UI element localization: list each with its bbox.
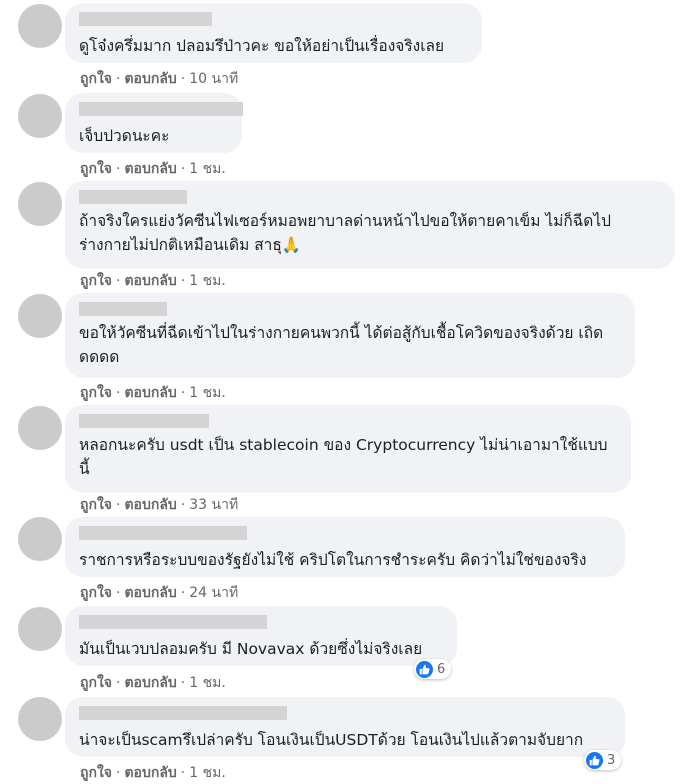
separator-dot: · <box>116 273 121 289</box>
separator-dot: · <box>116 71 121 87</box>
comment-timestamp[interactable]: 1 ชม. <box>189 675 226 691</box>
thumbs-up-icon <box>416 660 433 678</box>
comment-actions: ถูกใจ · ตอบกลับ · 10 นาที <box>80 68 238 90</box>
comment-text: ถ้าจริงใครแย่งวัคซีนไฟเซอร์หมอพยาบาลด่าน… <box>79 212 611 254</box>
comment-text: ขอให้วัคซีนที่ฉีดเข้าไปในร่างกายคนพวกนี้… <box>79 324 604 366</box>
separator-dot: · <box>116 765 121 781</box>
reaction-count[interactable]: 6 <box>414 659 452 679</box>
comment-text: ดูโจ๋งครึ่มมาก ปลอมรึป่าวคะ ขอให้อย่าเป็… <box>79 37 445 55</box>
comment-bubble: ขอให้วัคซีนที่ฉีดเข้าไปในร่างกายคนพวกนี้… <box>65 293 635 378</box>
like-button[interactable]: ถูกใจ <box>80 675 112 691</box>
avatar[interactable] <box>18 4 62 48</box>
separator-dot: · <box>180 497 186 513</box>
comment-bubble: มันเป็นเวบปลอมครับ มี Novavax ด้วยซึ่งไม… <box>65 606 457 666</box>
comment-text: มันเป็นเวบปลอมครับ มี Novavax ด้วยซึ่งไม… <box>79 640 423 658</box>
redacted-author-name[interactable] <box>79 526 247 540</box>
comment-bubble: หลอกนะครับ usdt เป็น stablecoin ของ Cryp… <box>65 405 631 493</box>
avatar[interactable] <box>18 182 62 226</box>
redacted-author-name[interactable] <box>79 706 287 720</box>
comment-actions: ถูกใจ · ตอบกลับ · 1 ชม. <box>80 672 226 694</box>
comment-bubble: เจ็บปวดนะคะ <box>65 93 243 153</box>
separator-dot: · <box>116 385 121 401</box>
separator-dot: · <box>116 161 121 177</box>
comment-timestamp[interactable]: 1 ชม. <box>189 765 226 781</box>
reaction-count[interactable]: 3 <box>584 750 622 770</box>
comment-actions: ถูกใจ · ตอบกลับ · 1 ชม. <box>80 158 226 180</box>
comment-text: เจ็บปวดนะคะ <box>79 127 170 145</box>
separator-dot: · <box>180 585 186 601</box>
comment-actions: ถูกใจ · ตอบกลับ · 24 นาที <box>80 582 238 604</box>
comment-text: หลอกนะครับ usdt เป็น stablecoin ของ Cryp… <box>79 436 608 478</box>
reply-button[interactable]: ตอบกลับ <box>124 765 176 781</box>
like-button[interactable]: ถูกใจ <box>80 497 112 513</box>
comment-timestamp[interactable]: 33 นาที <box>189 497 238 513</box>
comment-bubble: ถ้าจริงใครแย่งวัคซีนไฟเซอร์หมอพยาบาลด่าน… <box>65 181 675 269</box>
thumbs-up-icon <box>586 751 603 769</box>
avatar[interactable] <box>18 94 62 138</box>
redacted-author-name[interactable] <box>79 615 267 629</box>
comment-timestamp[interactable]: 1 ชม. <box>189 273 226 289</box>
comment-text: ราชการหรือระบบของรัฐยังไม่ใช้ คริปโตในกา… <box>79 551 587 569</box>
like-button[interactable]: ถูกใจ <box>80 765 112 781</box>
redacted-author-name[interactable] <box>79 302 167 316</box>
separator-dot: · <box>180 161 186 177</box>
separator-dot: · <box>180 385 186 401</box>
separator-dot: · <box>116 675 121 691</box>
avatar[interactable] <box>18 697 62 741</box>
like-button[interactable]: ถูกใจ <box>80 71 112 87</box>
separator-dot: · <box>180 71 186 87</box>
comment-actions: ถูกใจ · ตอบกลับ · 1 ชม. <box>80 270 226 292</box>
avatar[interactable] <box>18 607 62 651</box>
separator-dot: · <box>180 765 186 781</box>
comment-text: น่าจะเป็นscamรึเปล่าครับ โอนเงินเป็นUSDT… <box>79 731 584 749</box>
comment-actions: ถูกใจ · ตอบกลับ · 33 นาที <box>80 494 238 516</box>
redacted-author-name[interactable] <box>79 102 243 116</box>
avatar[interactable] <box>18 294 62 338</box>
reaction-number: 3 <box>607 752 616 768</box>
separator-dot: · <box>180 273 186 289</box>
redacted-author-name[interactable] <box>79 414 209 428</box>
separator-dot: · <box>116 497 121 513</box>
comment-bubble: ดูโจ๋งครึ่มมาก ปลอมรึป่าวคะ ขอให้อย่าเป็… <box>65 3 482 63</box>
comment-bubble: น่าจะเป็นscamรึเปล่าครับ โอนเงินเป็นUSDT… <box>65 697 625 757</box>
reply-button[interactable]: ตอบกลับ <box>124 385 176 401</box>
separator-dot: · <box>180 675 186 691</box>
comment-bubble: ราชการหรือระบบของรัฐยังไม่ใช้ คริปโตในกา… <box>65 517 625 577</box>
like-button[interactable]: ถูกใจ <box>80 585 112 601</box>
redacted-author-name[interactable] <box>79 12 212 26</box>
reply-button[interactable]: ตอบกลับ <box>124 273 176 289</box>
comment-timestamp[interactable]: 1 ชม. <box>189 385 226 401</box>
redacted-author-name[interactable] <box>79 190 187 204</box>
comment-timestamp[interactable]: 1 ชม. <box>189 161 226 177</box>
comment-actions: ถูกใจ · ตอบกลับ · 1 ชม. <box>80 762 226 784</box>
comment-timestamp[interactable]: 24 นาที <box>189 585 238 601</box>
reply-button[interactable]: ตอบกลับ <box>124 161 176 177</box>
comment-actions: ถูกใจ · ตอบกลับ · 1 ชม. <box>80 382 226 404</box>
reaction-number: 6 <box>437 661 446 677</box>
reply-button[interactable]: ตอบกลับ <box>124 71 176 87</box>
reply-button[interactable]: ตอบกลับ <box>124 497 176 513</box>
like-button[interactable]: ถูกใจ <box>80 161 112 177</box>
like-button[interactable]: ถูกใจ <box>80 273 112 289</box>
avatar[interactable] <box>18 406 62 450</box>
reply-button[interactable]: ตอบกลับ <box>124 585 176 601</box>
comment-timestamp[interactable]: 10 นาที <box>189 71 238 87</box>
avatar[interactable] <box>18 517 62 561</box>
like-button[interactable]: ถูกใจ <box>80 385 112 401</box>
reply-button[interactable]: ตอบกลับ <box>124 675 176 691</box>
separator-dot: · <box>116 585 121 601</box>
